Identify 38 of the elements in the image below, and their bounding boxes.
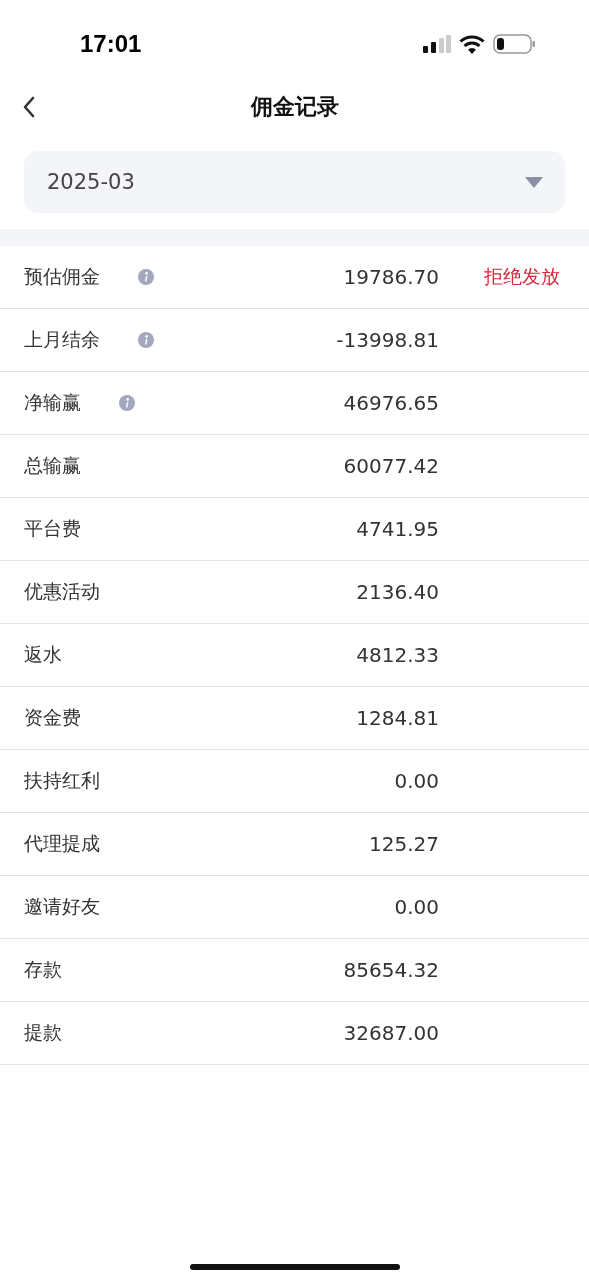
row-label: 预估佣金 xyxy=(24,264,100,289)
reject-link[interactable]: 拒绝发放 xyxy=(484,264,560,290)
row-value: 2136.40 xyxy=(356,580,439,604)
row-label: 存款 xyxy=(24,957,62,982)
row-label: 提款 xyxy=(24,1020,62,1045)
row-label: 净输赢 xyxy=(24,390,81,415)
month-dropdown[interactable]: 2025-03 xyxy=(24,151,565,213)
row-value: -13998.81 xyxy=(336,328,439,352)
info-icon[interactable] xyxy=(138,269,154,285)
row-value: 46976.65 xyxy=(343,391,439,415)
row-label: 资金费 xyxy=(24,705,81,730)
signal-icon xyxy=(423,35,451,53)
row-label: 邀请好友 xyxy=(24,894,100,919)
battery-icon xyxy=(493,34,535,54)
row-label: 平台费 xyxy=(24,516,81,541)
row-value: 32687.00 xyxy=(343,1021,439,1045)
row-label: 上月结余 xyxy=(24,327,100,352)
row-label: 代理提成 xyxy=(24,831,100,856)
row-value: 0.00 xyxy=(394,895,439,919)
row-value: 60077.42 xyxy=(343,454,439,478)
row-label: 总输赢 xyxy=(24,453,81,478)
row-value: 125.27 xyxy=(369,832,439,856)
row-label: 优惠活动 xyxy=(24,579,100,604)
row-value: 1284.81 xyxy=(356,706,439,730)
info-icon[interactable] xyxy=(138,332,154,348)
row-value: 4741.95 xyxy=(356,517,439,541)
status-time: 17:01 xyxy=(80,30,142,58)
row-label: 返水 xyxy=(24,642,62,667)
wifi-icon xyxy=(459,34,485,54)
row-value: 0.00 xyxy=(394,769,439,793)
row-value: 4812.33 xyxy=(356,643,439,667)
row-label: 扶持红利 xyxy=(24,768,100,793)
row-value: 19786.70 xyxy=(343,265,439,289)
info-icon[interactable] xyxy=(119,395,135,411)
dropdown-triangle-icon xyxy=(525,176,543,188)
row-value: 85654.32 xyxy=(343,958,439,982)
page-title: 佣金记录 xyxy=(250,93,339,121)
chevron-left-icon xyxy=(22,96,36,118)
